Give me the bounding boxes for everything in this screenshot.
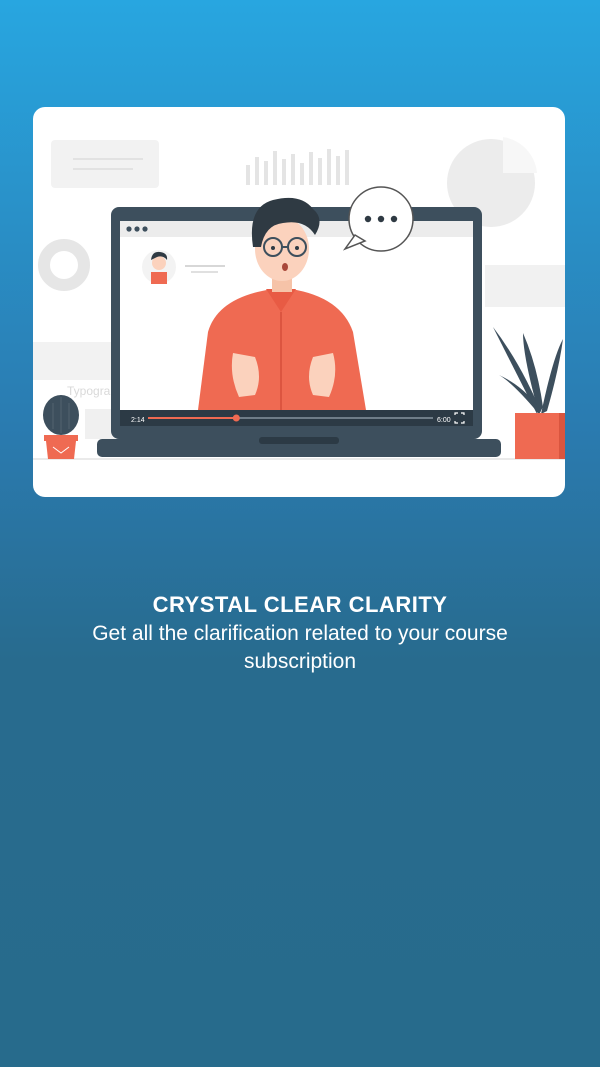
onboarding-text: CRYSTAL CLEAR CLARITY Get all the clarif… bbox=[0, 590, 600, 676]
total-time: 6:00 bbox=[437, 417, 451, 424]
bg-word: Typogra bbox=[67, 384, 111, 398]
current-time: 2:14 bbox=[131, 417, 145, 424]
bar-chart-decoration bbox=[246, 149, 349, 185]
bg-card-right bbox=[485, 265, 565, 307]
bg-message-card bbox=[51, 140, 159, 188]
donut-decoration bbox=[38, 239, 90, 291]
speech-bubble-icon bbox=[342, 186, 414, 252]
bg-card-left bbox=[33, 342, 113, 380]
potted-plant bbox=[493, 327, 565, 459]
progress-knob bbox=[232, 414, 240, 422]
onboarding-title: CRYSTAL CLEAR CLARITY bbox=[152, 592, 448, 617]
cactus-plant bbox=[43, 395, 79, 459]
onboarding-subtitle: Get all the clarification related to you… bbox=[92, 622, 508, 673]
video-call-illustration: Typogra 2:14 6:00 bbox=[33, 137, 565, 460]
illustration-card: Typogra 2:14 6:00 bbox=[33, 107, 565, 497]
progress-fill bbox=[148, 417, 237, 419]
video-controls: 2:14 6:00 bbox=[120, 410, 473, 426]
